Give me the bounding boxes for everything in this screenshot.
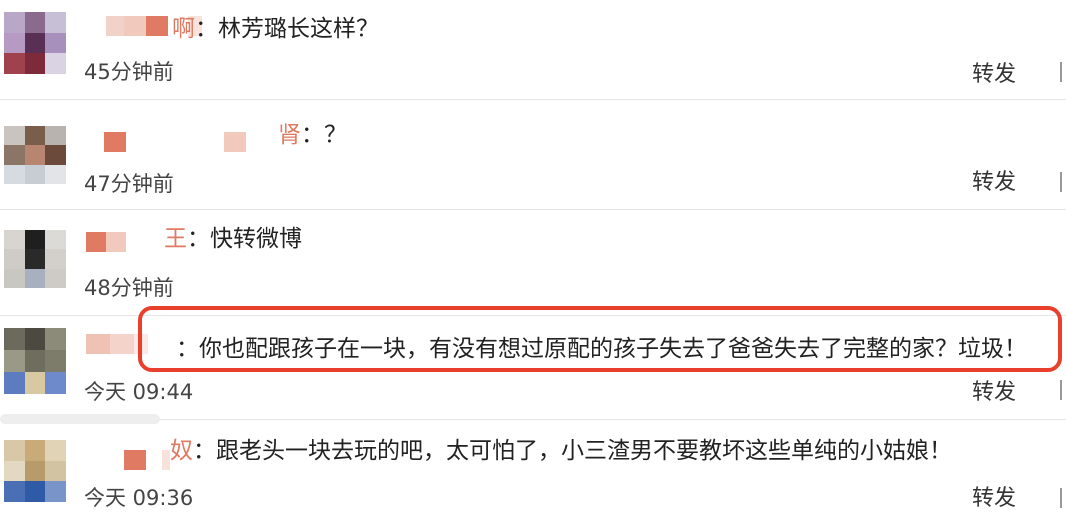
repost-button[interactable]: 转发 bbox=[972, 56, 1016, 88]
swipe-indicator bbox=[0, 414, 160, 424]
username-suffix: 王 bbox=[164, 226, 187, 252]
username-suffix: 奴 bbox=[170, 438, 193, 464]
comment-time: 今天 09:44 bbox=[84, 380, 194, 404]
comment-time: 48分钟前 bbox=[84, 276, 174, 300]
username-blurred[interactable] bbox=[124, 450, 170, 470]
avatar[interactable] bbox=[4, 328, 66, 394]
comment-time: 47分钟前 bbox=[84, 172, 174, 196]
username-blurred[interactable] bbox=[104, 132, 246, 152]
more-icon[interactable] bbox=[1060, 380, 1066, 400]
repost-button[interactable]: 转发 bbox=[972, 374, 1016, 406]
comment-text: 肾：？ bbox=[278, 122, 347, 148]
avatar[interactable] bbox=[4, 230, 66, 288]
more-icon[interactable] bbox=[1060, 62, 1066, 82]
comment-time: 45分钟前 bbox=[84, 60, 174, 84]
comment-item: 啊：林芳璐长这样？ 45分钟前 转发 bbox=[0, 0, 1066, 100]
comment-text: 王：快转微博 bbox=[164, 226, 302, 252]
comment-text: 奴：跟老头一块去玩的吧，太可怕了，小三渣男不要教坏这些单纯的小姑娘！ bbox=[170, 438, 952, 464]
avatar[interactable] bbox=[4, 126, 66, 184]
avatar[interactable] bbox=[4, 440, 66, 502]
username-suffix: 肾 bbox=[278, 122, 301, 148]
username-suffix: 啊 bbox=[172, 16, 195, 42]
repost-button[interactable]: 转发 bbox=[972, 164, 1016, 196]
comment-text: 啊：林芳璐长这样？ bbox=[172, 16, 379, 42]
highlight-box bbox=[138, 306, 1062, 372]
comment-item: 肾：？ 47分钟前 转发 bbox=[0, 104, 1066, 210]
comment-item: 奴：跟老头一块去玩的吧，太可怕了，小三渣男不要教坏这些单纯的小姑娘！ 今天 09… bbox=[0, 414, 1066, 526]
repost-button[interactable]: 转发 bbox=[972, 480, 1016, 512]
more-icon[interactable] bbox=[1060, 172, 1066, 192]
comment-time: 今天 09:36 bbox=[84, 486, 194, 510]
comment-item: 王：快转微博 48分钟前 bbox=[0, 210, 1066, 316]
more-icon[interactable] bbox=[1060, 488, 1066, 508]
avatar[interactable] bbox=[4, 12, 66, 74]
